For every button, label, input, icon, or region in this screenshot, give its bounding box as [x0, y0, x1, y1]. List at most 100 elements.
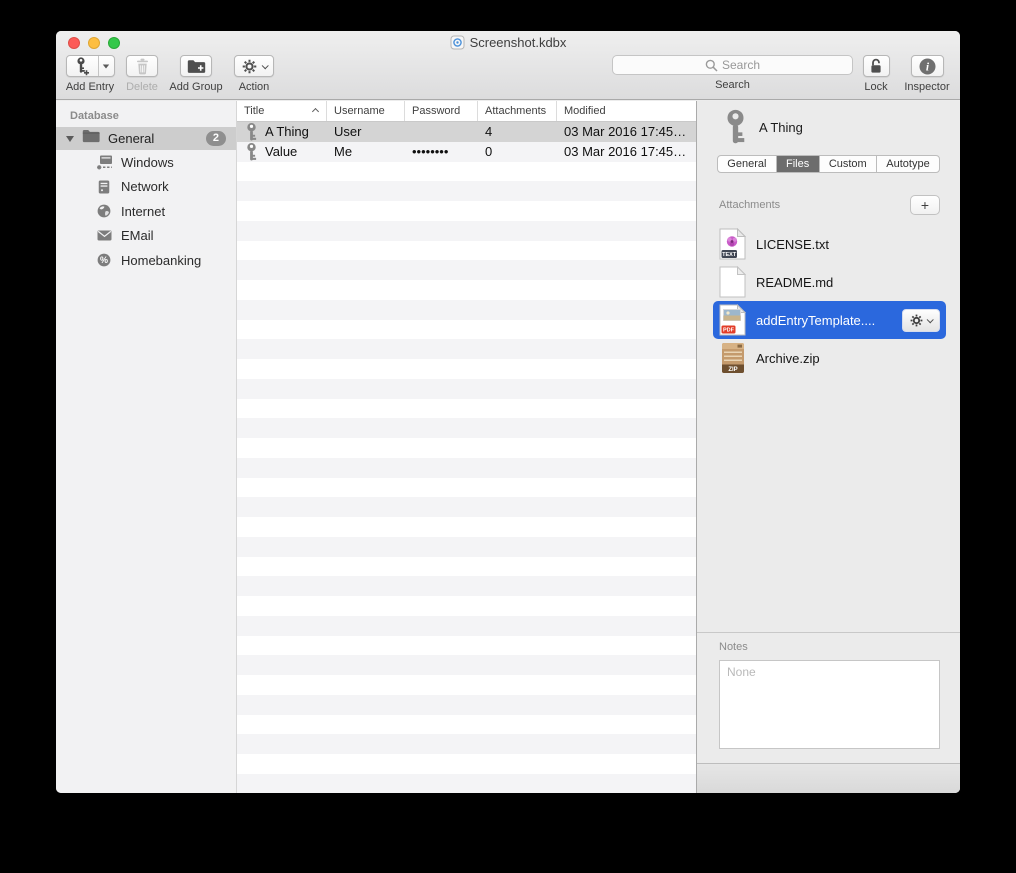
- inspector-button[interactable]: i: [911, 55, 944, 77]
- table-empty-row: [237, 596, 696, 616]
- cell-attachments: 4: [478, 124, 557, 139]
- sidebar-item-icon-slot: [95, 203, 113, 219]
- cell-username: User: [327, 124, 405, 139]
- tab-general[interactable]: General: [718, 156, 777, 172]
- gear-icon: [242, 59, 257, 74]
- sidebar-item-internet[interactable]: Internet: [56, 199, 236, 224]
- cell-title: [237, 656, 327, 674]
- lock-button[interactable]: [863, 55, 890, 77]
- attachment-actions-button[interactable]: [902, 309, 940, 332]
- attachment-item[interactable]: PDF addEntryTemplate....: [713, 301, 946, 339]
- notes-input[interactable]: [719, 660, 940, 749]
- entry-key-icon-slot: [246, 557, 257, 575]
- table-empty-row: [237, 181, 696, 201]
- entry-key-icon-slot: [246, 241, 257, 259]
- cell-title: [237, 715, 327, 733]
- table-empty-row: [237, 418, 696, 438]
- cell-title: [237, 577, 327, 595]
- cell-title: [237, 498, 327, 516]
- entry-key-icon-slot: [246, 459, 257, 477]
- entry-title: A Thing: [265, 124, 309, 139]
- attachment-name: Archive.zip: [756, 351, 820, 366]
- cell-username: Me: [327, 144, 405, 159]
- sidebar-item-label: Windows: [121, 155, 174, 170]
- column-header-label: Attachments: [485, 105, 546, 117]
- search-input[interactable]: Search: [612, 55, 853, 75]
- add-attachment-button[interactable]: +: [910, 195, 940, 215]
- table-empty-row: [237, 517, 696, 537]
- table-empty-row: [237, 497, 696, 517]
- cell-modified: 03 Mar 2016 17:45…: [557, 144, 696, 159]
- cell-title: [237, 301, 327, 319]
- cell-title: [237, 459, 327, 477]
- chevron-down-icon: [927, 316, 934, 323]
- tab-autotype[interactable]: Autotype: [877, 156, 939, 172]
- table-row[interactable]: A Thing User 4 03 Mar 2016 17:45…: [237, 122, 696, 142]
- table-empty-row: [237, 280, 696, 300]
- add-group-button[interactable]: [180, 55, 212, 77]
- sidebar-item-windows[interactable]: Windows: [56, 150, 236, 175]
- sidebar-item-icon-slot: [95, 228, 113, 244]
- entry-key-icon-slot: [246, 715, 257, 733]
- zoom-button[interactable]: [108, 37, 120, 49]
- table-empty-row: [237, 675, 696, 695]
- action-button[interactable]: [234, 55, 274, 77]
- table-empty-row: [237, 399, 696, 419]
- sidebar-item-network[interactable]: Network: [56, 175, 236, 200]
- table-empty-row: [237, 655, 696, 675]
- markdown-file-icon: [719, 266, 746, 298]
- svg-text:TEXT: TEXT: [722, 252, 737, 258]
- cell-title: [237, 518, 327, 536]
- trash-icon: [135, 58, 150, 75]
- tab-files[interactable]: Files: [777, 156, 820, 172]
- entry-key-icon-slot: [246, 755, 257, 773]
- entry-key-icon-slot: [246, 399, 257, 417]
- traffic-lights: [68, 37, 120, 49]
- disclosure-triangle-icon[interactable]: [66, 136, 74, 142]
- attachment-item[interactable]: TEXT LICENSE.txt: [713, 225, 946, 263]
- column-header-username[interactable]: Username: [327, 101, 405, 121]
- table-empty-row: [237, 754, 696, 774]
- info-icon: i: [919, 58, 936, 75]
- column-header-password[interactable]: Password: [405, 101, 478, 121]
- cell-title: [237, 261, 327, 279]
- toolbar: Add Entry Delete: [56, 55, 960, 99]
- delete-button[interactable]: [126, 55, 158, 77]
- sidebar-item-homebanking[interactable]: % Homebanking: [56, 248, 236, 273]
- action-label: Action: [239, 81, 270, 93]
- cell-title: [237, 676, 327, 694]
- sidebar-item-email[interactable]: EMail: [56, 224, 236, 249]
- add-entry-button[interactable]: [66, 55, 115, 77]
- add-group-label: Add Group: [169, 81, 222, 93]
- inspector-spacer: [697, 377, 960, 632]
- chevron-down-icon: [103, 64, 109, 68]
- column-header-modified[interactable]: Modified: [557, 101, 696, 121]
- entry-key-icon-slot: [246, 696, 257, 714]
- sidebar-item-icon-slot: %: [95, 252, 113, 268]
- table-row[interactable]: Value Me •••••••• 0 03 Mar 2016 17:45…: [237, 142, 696, 162]
- close-button[interactable]: [68, 37, 80, 49]
- file-icon-slot: ZIP: [719, 342, 746, 374]
- sort-ascending-icon: [312, 108, 319, 115]
- attachment-item[interactable]: README.md: [713, 263, 946, 301]
- entry-key-icon-slot: [246, 281, 257, 299]
- sidebar-item-label: Network: [121, 179, 169, 194]
- titlebar[interactable]: Screenshot.kdbx: [56, 31, 960, 53]
- add-entry-dropdown[interactable]: [99, 56, 114, 76]
- entry-key-icon-slot: [246, 182, 257, 200]
- sidebar-item-icon-slot: [95, 154, 113, 170]
- sidebar-item-general[interactable]: General 2: [56, 127, 236, 150]
- search-placeholder: Search: [722, 58, 760, 72]
- column-header-attachments[interactable]: Attachments: [478, 101, 557, 121]
- tab-custom[interactable]: Custom: [820, 156, 877, 172]
- cell-title: [237, 162, 327, 180]
- cell-title: [237, 380, 327, 398]
- gear-icon: [910, 314, 923, 327]
- cell-title: A Thing: [237, 123, 327, 141]
- inspector-header: A Thing: [697, 101, 960, 145]
- entry-key-icon-slot: [246, 143, 257, 161]
- column-header-title[interactable]: Title: [237, 101, 327, 121]
- table-empty-row: [237, 320, 696, 340]
- attachment-item[interactable]: ZIP Archive.zip: [713, 339, 946, 377]
- minimize-button[interactable]: [88, 37, 100, 49]
